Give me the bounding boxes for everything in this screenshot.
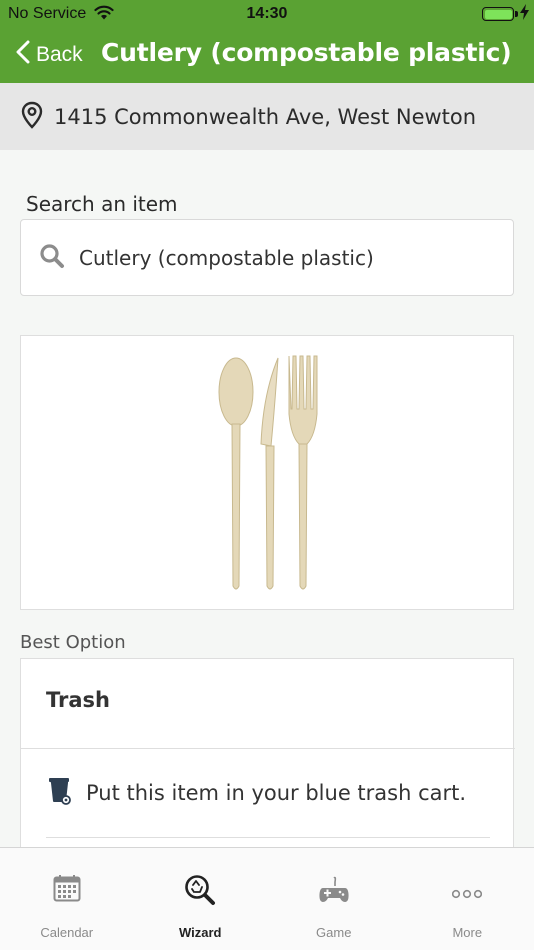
best-option-card: Trash Put this item in your blue trash c… [20, 658, 515, 858]
address-bar[interactable]: 1415 Commonwealth Ave, West Newton [0, 83, 534, 150]
back-button[interactable]: Back [16, 40, 83, 70]
back-label: Back [36, 43, 83, 66]
address-text: 1415 Commonwealth Ave, West Newton [54, 104, 477, 129]
gamepad-icon [318, 874, 350, 910]
battery-tip [515, 11, 518, 17]
tab-wizard[interactable]: Wizard [134, 848, 268, 950]
battery-icon [482, 7, 514, 21]
calendar-icon [53, 874, 81, 906]
item-image-card [20, 335, 514, 610]
option-title: Trash [46, 688, 110, 712]
instruction-row: Put this item in your blue trash cart. [49, 777, 466, 809]
tab-bar: Calendar Wizard Game More [0, 847, 534, 950]
divider [46, 837, 490, 838]
tab-label: Wizard [179, 925, 222, 940]
tab-calendar[interactable]: Calendar [0, 848, 134, 950]
tab-more[interactable]: More [401, 848, 534, 950]
divider [21, 748, 515, 749]
location-pin-icon [20, 101, 44, 133]
tab-label: Calendar [40, 925, 94, 940]
search-input[interactable]: Cutlery (compostable plastic) [20, 219, 514, 296]
instruction-text: Put this item in your blue trash cart. [86, 781, 467, 805]
tab-game[interactable]: Game [267, 848, 401, 950]
chevron-left-icon [16, 40, 30, 70]
charging-bolt-icon [520, 4, 529, 24]
more-dots-icon [452, 884, 483, 903]
page-title: Cutlery (compostable plastic) [101, 38, 512, 67]
search-label: Search an item [26, 192, 178, 216]
status-bar: No Service 14:30 [0, 0, 534, 28]
search-value: Cutlery (compostable plastic) [79, 245, 374, 270]
best-option-label: Best Option [20, 632, 126, 653]
navigation-bar: Back Cutlery (compostable plastic) [0, 28, 534, 83]
cutlery-image [218, 355, 318, 590]
trash-cart-icon [49, 777, 71, 809]
tab-label: More [452, 925, 483, 940]
search-icon [39, 243, 65, 273]
clock: 14:30 [246, 5, 288, 22]
wizard-search-icon [184, 874, 216, 910]
tab-label: Game [316, 925, 352, 940]
